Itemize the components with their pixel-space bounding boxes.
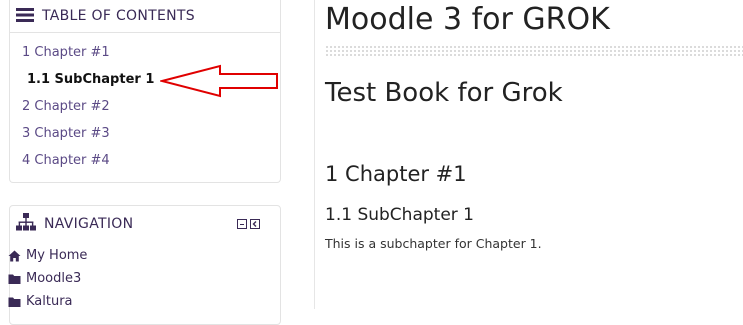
toc-item-chapter-1[interactable]: 1 Chapter #1 [22, 45, 110, 60]
toc-item-chapter-2[interactable]: 2 Chapter #2 [22, 99, 110, 114]
subchapter-body: This is a subchapter for Chapter 1. [325, 236, 542, 251]
nav-item-my-home[interactable]: My Home [8, 248, 87, 263]
nav-item-label: Moodle3 [26, 271, 82, 286]
title-divider [325, 45, 743, 57]
annotation-arrow-icon [160, 64, 278, 98]
nav-item-kaltura[interactable]: Kaltura [8, 294, 73, 309]
chapter-title: 1 Chapter #1 [325, 162, 467, 186]
navigation-title: NAVIGATION [44, 216, 134, 232]
home-icon [8, 250, 21, 262]
collapse-block-icon[interactable] [237, 219, 247, 229]
page-title: Moodle 3 for GROK [325, 2, 610, 37]
hamburger-icon[interactable] [16, 7, 34, 26]
navigation-header: NAVIGATION [10, 206, 280, 242]
folder-icon [8, 273, 21, 285]
nav-item-label: Kaltura [26, 294, 73, 309]
toc-item-subchapter-1-1[interactable]: 1.1 SubChapter 1 [27, 72, 154, 87]
toc-title: TABLE OF CONTENTS [42, 8, 195, 24]
toc-item-chapter-3[interactable]: 3 Chapter #3 [22, 126, 110, 141]
dock-block-icon[interactable] [250, 219, 260, 229]
book-title: Test Book for Grok [325, 78, 563, 108]
toc-item-chapter-4[interactable]: 4 Chapter #4 [22, 153, 110, 168]
nav-item-moodle3[interactable]: Moodle3 [8, 271, 81, 286]
toc-header: TABLE OF CONTENTS [10, 0, 280, 33]
folder-icon [8, 296, 21, 308]
sitemap-icon [16, 213, 36, 235]
subchapter-title: 1.1 SubChapter 1 [325, 205, 474, 225]
left-sidebar: TABLE OF CONTENTS 1 Chapter #1 1.1 SubCh… [0, 0, 296, 325]
nav-item-label: My Home [26, 248, 88, 263]
column-divider [314, 0, 315, 309]
